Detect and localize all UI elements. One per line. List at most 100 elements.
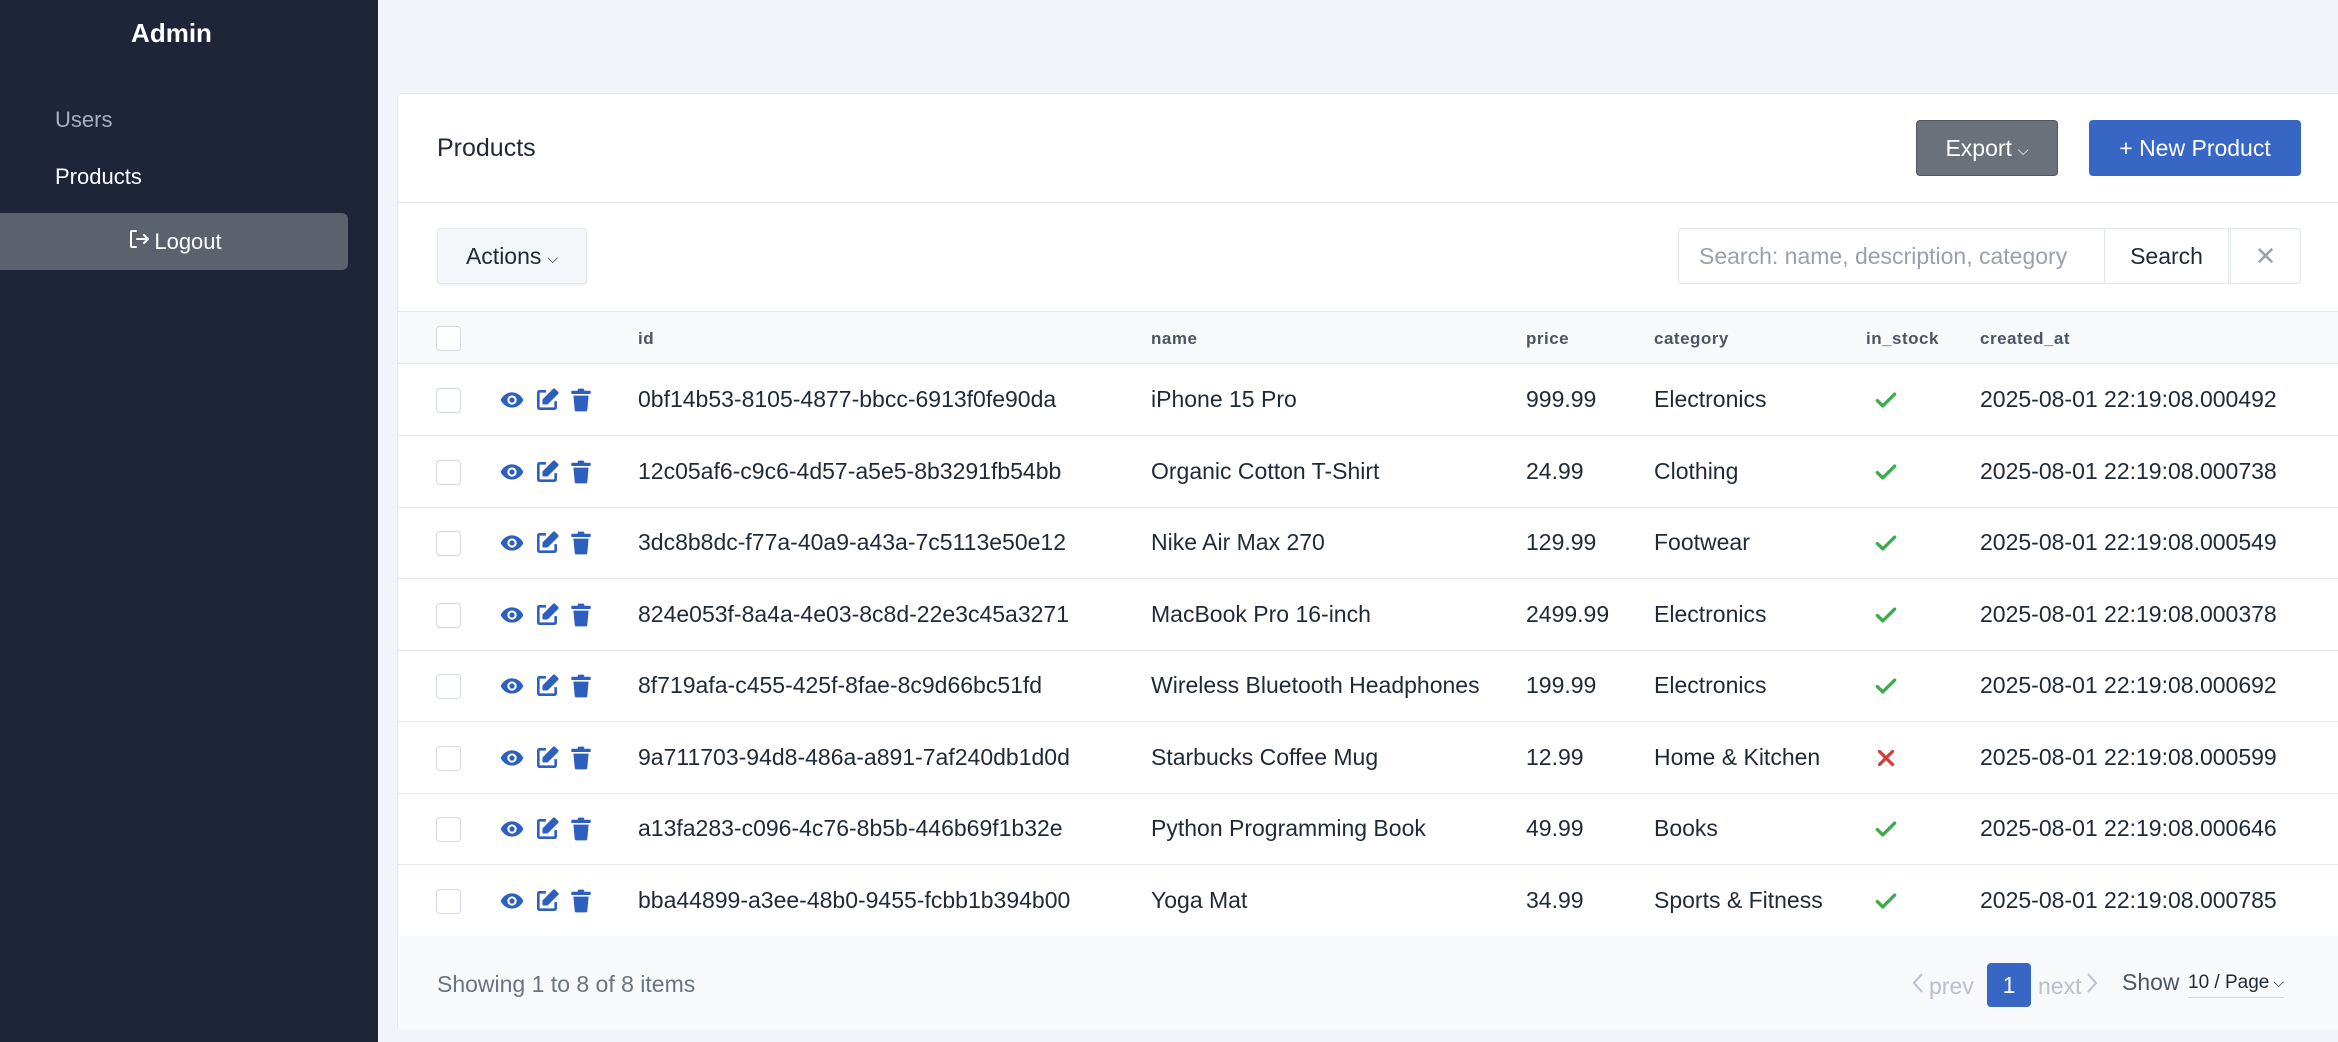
table-row: 3dc8b8dc-f77a-40a9-a43a-7c5113e50e12 Nike… [398, 507, 2338, 579]
row-checkbox[interactable] [436, 888, 461, 914]
column-header-category[interactable]: category [1654, 329, 1729, 349]
cell-price: 24.99 [1526, 457, 1584, 484]
column-header-name[interactable]: name [1151, 329, 1197, 349]
search-input[interactable] [1678, 228, 2104, 284]
cell-price: 129.99 [1526, 529, 1597, 555]
row-checkbox[interactable] [436, 674, 461, 699]
export-button[interactable]: Export ⌵ [1916, 120, 2058, 176]
edit-icon[interactable] [534, 816, 560, 842]
cell-id: 824e053f-8a4a-4e03-8c8d-22e3c45a3271 [638, 600, 1069, 627]
row-checkbox[interactable] [436, 459, 461, 485]
edit-icon[interactable] [534, 745, 560, 771]
page-button-current[interactable]: 1 [1987, 963, 2031, 1007]
select-all-checkbox[interactable] [436, 326, 461, 351]
column-header-price[interactable]: price [1526, 329, 1569, 349]
edit-icon[interactable] [534, 602, 560, 628]
eye-icon[interactable] [499, 387, 525, 413]
cross-icon [1873, 745, 1899, 771]
row-checkbox[interactable] [436, 745, 461, 771]
cell-created-at: 2025-08-01 22:19:08.000599 [1980, 743, 2277, 770]
cell-price: 199.99 [1526, 672, 1597, 698]
logout-button[interactable]: Logout [0, 213, 348, 270]
new-product-button[interactable]: + New Product [2089, 120, 2301, 176]
search-button[interactable]: Search [2104, 228, 2229, 284]
clear-search-button[interactable]: ✕ [2230, 228, 2301, 284]
export-label: Export [1945, 134, 2012, 161]
cell-name: Organic Cotton T-Shirt [1151, 457, 1380, 484]
cell-created-at: 2025-08-01 22:19:08.000646 [1980, 815, 2277, 841]
cell-category: Home & Kitchen [1654, 743, 1821, 770]
page-size-value: 10 / Page [2188, 972, 2270, 993]
actions-dropdown[interactable]: Actions ⌵ [437, 228, 587, 284]
cell-category: Books [1654, 815, 1718, 841]
page-size-label: Show [2122, 969, 2180, 995]
cell-id: 8f719afa-c455-425f-8fae-8c9d66bc51fd [638, 672, 1043, 698]
trash-icon[interactable] [568, 459, 594, 485]
cell-name: Nike Air Max 270 [1151, 529, 1325, 555]
row-checkbox[interactable] [436, 602, 461, 628]
cell-category: Footwear [1654, 529, 1750, 555]
next-page-button[interactable]: next [2038, 972, 2099, 1000]
eye-icon[interactable] [499, 673, 525, 699]
check-icon [1873, 602, 1899, 628]
cell-price: 34.99 [1526, 886, 1584, 913]
check-icon [1873, 816, 1899, 842]
cell-id: a13fa283-c096-4c76-8b5b-446b69f1b32e [638, 815, 1063, 841]
cell-category: Electronics [1654, 672, 1767, 698]
sidebar-item-products[interactable]: Products [55, 164, 142, 190]
cell-created-at: 2025-08-01 22:19:08.000549 [1980, 529, 2277, 555]
trash-icon[interactable] [568, 387, 594, 413]
brand-title: Admin [131, 18, 212, 48]
eye-icon[interactable] [499, 816, 525, 842]
edit-icon[interactable] [534, 387, 560, 413]
card-header: Products Export ⌵ + New Product [398, 94, 2338, 203]
logout-icon [126, 227, 152, 257]
eye-icon[interactable] [499, 530, 525, 556]
cell-category: Clothing [1654, 457, 1739, 484]
chevron-down-icon: ⌵ [547, 249, 559, 266]
cell-id: 9a711703-94d8-486a-a891-7af240db1d0d [638, 743, 1070, 770]
table-row: 8f719afa-c455-425f-8fae-8c9d66bc51fd Wire… [398, 650, 2338, 722]
trash-icon[interactable] [568, 745, 594, 771]
edit-icon[interactable] [534, 673, 560, 699]
eye-icon[interactable] [499, 602, 525, 628]
column-header-created-at[interactable]: created_at [1980, 329, 2070, 349]
edit-icon[interactable] [534, 530, 560, 556]
trash-icon[interactable] [568, 602, 594, 628]
cell-id: 12c05af6-c9c6-4d57-a5e5-8b3291fb54bb [638, 457, 1062, 484]
table-header: id name price category in_stock created_… [398, 311, 2338, 364]
column-header-id[interactable]: id [638, 329, 654, 349]
eye-icon[interactable] [499, 459, 525, 485]
chevron-left-icon [1911, 972, 1925, 1000]
products-card: Products Export ⌵ + New Product Actions … [397, 93, 2338, 1030]
chevron-down-icon: ⌵ [2017, 141, 2029, 158]
cell-name: MacBook Pro 16-inch [1151, 600, 1371, 627]
page-size-select[interactable]: 10 / Page ⌵ [2188, 972, 2284, 998]
eye-icon[interactable] [499, 745, 525, 771]
cell-name: Python Programming Book [1151, 815, 1426, 841]
cell-category: Sports & Fitness [1654, 886, 1823, 913]
prev-page-button[interactable]: prev [1911, 972, 1974, 1000]
cell-created-at: 2025-08-01 22:19:08.000492 [1980, 386, 2277, 412]
check-icon [1873, 387, 1899, 413]
cell-id: bba44899-a3ee-48b0-9455-fcbb1b394b00 [638, 886, 1071, 913]
sidebar-item-users[interactable]: Users [55, 107, 112, 133]
edit-icon[interactable] [534, 888, 560, 914]
table-row: a13fa283-c096-4c76-8b5b-446b69f1b32e Pyth… [398, 793, 2338, 865]
trash-icon[interactable] [568, 888, 594, 914]
trash-icon[interactable] [568, 816, 594, 842]
row-checkbox[interactable] [436, 388, 461, 413]
showing-count: Showing 1 to 8 of 8 items [437, 971, 696, 997]
close-icon: ✕ [2254, 240, 2277, 271]
column-header-in-stock[interactable]: in_stock [1866, 329, 1939, 349]
trash-icon[interactable] [568, 530, 594, 556]
prev-label: prev [1929, 972, 1974, 999]
eye-icon[interactable] [499, 888, 525, 914]
cell-category: Electronics [1654, 386, 1767, 412]
row-checkbox[interactable] [436, 817, 461, 842]
check-icon [1873, 888, 1899, 914]
edit-icon[interactable] [534, 459, 560, 485]
row-checkbox[interactable] [436, 531, 461, 556]
cell-category: Electronics [1654, 600, 1767, 627]
trash-icon[interactable] [568, 673, 594, 699]
